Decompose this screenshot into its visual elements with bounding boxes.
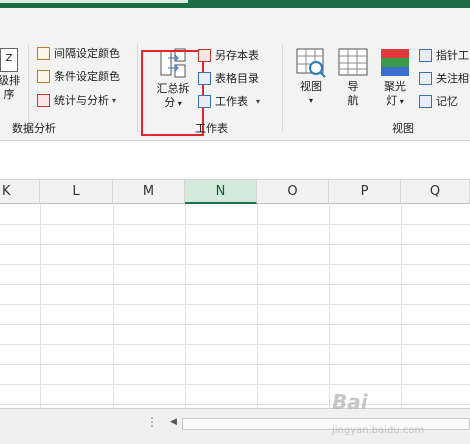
navigation-button[interactable]: 导 航 [336,48,370,108]
grid-line [0,264,470,265]
view-grid-icon [296,48,326,78]
grid-line [0,344,470,345]
grid-line [0,364,470,365]
spotlight-icon [381,49,409,76]
column-header-q[interactable]: Q [401,180,470,204]
statistics-icon [37,93,50,107]
chevron-down-icon: ▾ [256,96,261,106]
grid-line [0,244,470,245]
navigation-icon [338,48,368,76]
grid-line [329,204,330,408]
column-header-k[interactable]: K [0,180,40,204]
grid-line [0,284,470,285]
column-header-p[interactable]: P [329,180,401,204]
sort-button[interactable]: Z 级排 序 [0,48,20,102]
interval-color-button[interactable]: 间隔设定颜色 [37,44,120,62]
column-header-o[interactable]: O [257,180,329,204]
column-header-l[interactable]: L [40,180,113,204]
memory-icon [419,94,432,108]
save-sheet-button[interactable]: 另存本表 [198,46,259,64]
title-bar [0,0,470,8]
grid-line [185,204,186,408]
grid-line [401,204,402,408]
horizontal-scrollbar[interactable] [182,418,470,430]
grid-line [0,324,470,325]
chevron-down-icon: ▾ [112,95,117,105]
grid-color-icon [37,46,50,60]
table-icon [198,71,211,85]
watermark-logo: Bai jingyan.baidu.com [332,390,425,436]
group-label-data-analysis: 数据分析 [12,122,56,135]
save-sheet-icon [198,48,211,62]
focus-icon [419,71,432,85]
pointer-icon [419,48,432,62]
memory-button[interactable]: 记忆 [419,92,458,110]
group-label-view: 视图 [392,122,414,135]
chevron-down-icon: ▾ [397,97,404,106]
grid-line [0,384,470,385]
focus-button[interactable]: 关注相 [419,69,469,87]
sheet-index-button[interactable]: 表格目录 [198,69,259,87]
spreadsheet-grid[interactable]: K L M N O P Q [0,180,470,408]
ribbon: Z 级排 序 间隔设定颜色 条件设定颜色 统计与分析 ▾ 数据分析 汇总拆 分 … [0,8,470,141]
grid-line [40,204,41,408]
pointer-tool-button[interactable]: 指针工 [419,46,469,64]
grid-line [0,304,470,305]
grid-line [257,204,258,408]
statistics-analysis-button[interactable]: 统计与分析 ▾ [37,91,116,109]
scroll-left-icon[interactable]: ◀ [170,417,180,431]
sort-icon: Z [0,48,18,72]
group-label-worksheet: 工作表 [195,122,228,135]
formula-bar[interactable] [0,141,470,180]
chevron-down-icon: ▾ [308,96,313,105]
view-button[interactable]: 视图 ▾ [294,48,328,108]
active-tab-indicator [0,0,188,3]
worksheet-icon [198,94,211,108]
grid-line [0,224,470,225]
separator [28,44,29,132]
condition-color-button[interactable]: 条件设定颜色 [37,67,120,85]
column-header-n[interactable]: N [185,180,257,204]
worksheet-button[interactable]: 工作表 ▾ [198,92,260,110]
separator [137,44,138,132]
separator [282,44,283,132]
column-header-m[interactable]: M [113,180,185,204]
grid-line [113,204,114,408]
more-icon[interactable]: ⋮ [146,415,158,429]
spotlight-button[interactable]: 聚光 灯 ▾ [378,48,412,109]
condition-color-icon [37,69,50,83]
